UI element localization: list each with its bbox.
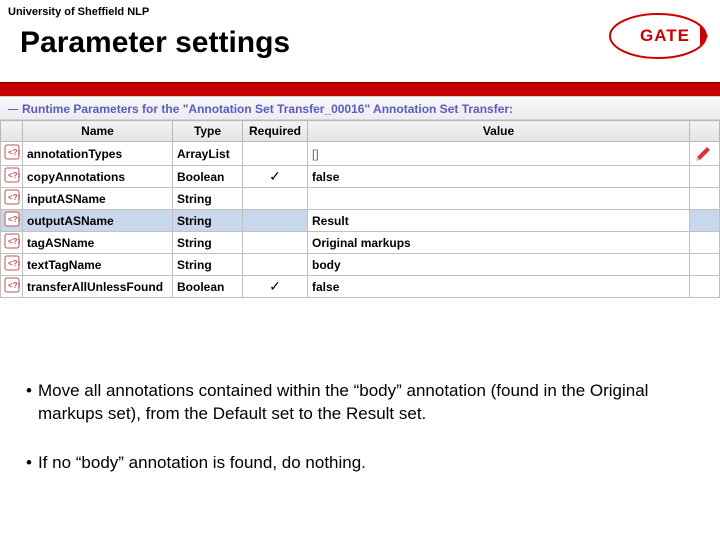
param-value[interactable]: false [308, 276, 690, 298]
edit-button [690, 210, 720, 232]
edit-button [690, 188, 720, 210]
question-icon: <?> [1, 166, 23, 188]
col-value[interactable]: Value [308, 121, 690, 142]
svg-text:<?>: <?> [8, 237, 20, 246]
question-icon: <?> [1, 142, 23, 166]
param-required [243, 210, 308, 232]
question-icon: <?> [1, 188, 23, 210]
param-value[interactable] [308, 188, 690, 210]
svg-text:<?>: <?> [8, 215, 20, 224]
param-value[interactable]: false [308, 166, 690, 188]
param-type: String [173, 188, 243, 210]
question-icon: <?> [1, 276, 23, 298]
svg-text:<?>: <?> [8, 259, 20, 268]
edit-button [690, 166, 720, 188]
table-row[interactable]: <?>outputASNameString Result [1, 210, 720, 232]
param-required [243, 232, 308, 254]
table-row[interactable]: <?>annotationTypesArrayList [] [1, 142, 720, 166]
param-name: transferAllUnlessFound [23, 276, 173, 298]
note-item-1: • Move all annotations contained within … [26, 380, 694, 426]
param-type: String [173, 254, 243, 276]
param-name: outputASName [23, 210, 173, 232]
table-row[interactable]: <?>inputASNameString [1, 188, 720, 210]
page-title: Parameter settings [20, 26, 290, 60]
edit-button [690, 232, 720, 254]
param-type: String [173, 232, 243, 254]
parameters-table: Name Type Required Value <?>annotationTy… [0, 120, 720, 298]
param-required: ✓ [243, 166, 308, 188]
edit-button [690, 254, 720, 276]
param-required [243, 254, 308, 276]
svg-text:<?>: <?> [8, 148, 20, 157]
question-icon: <?> [1, 210, 23, 232]
param-name: inputASName [23, 188, 173, 210]
table-row[interactable]: <?>textTagNameString body [1, 254, 720, 276]
param-value[interactable]: [] [308, 142, 690, 166]
note-text: Move all annotations contained within th… [38, 380, 694, 426]
bullet-icon: • [26, 380, 32, 426]
param-required [243, 188, 308, 210]
col-name[interactable]: Name [23, 121, 173, 142]
university-label: University of Sheffield NLP [8, 6, 149, 18]
table-body: <?>annotationTypesArrayList[]<?>copyAnno… [1, 142, 720, 298]
col-type[interactable]: Type [173, 121, 243, 142]
edit-button[interactable] [690, 142, 720, 166]
col-required[interactable]: Required [243, 121, 308, 142]
table-row[interactable]: <?>tagASNameString Original markups [1, 232, 720, 254]
bullet-icon: • [26, 452, 32, 475]
table-row[interactable]: <?>copyAnnotationsBoolean✓false [1, 166, 720, 188]
param-name: annotationTypes [23, 142, 173, 166]
col-edit [690, 121, 720, 142]
svg-text:<?>: <?> [8, 281, 20, 290]
param-type: Boolean [173, 166, 243, 188]
panel-title: Runtime Parameters for the "Annotation S… [0, 96, 720, 120]
notes: • Move all annotations contained within … [26, 380, 694, 501]
param-name: copyAnnotations [23, 166, 173, 188]
note-item-2: • If no “body” annotation is found, do n… [26, 452, 694, 475]
param-type: Boolean [173, 276, 243, 298]
svg-text:<?>: <?> [8, 171, 20, 180]
parameters-panel: Runtime Parameters for the "Annotation S… [0, 96, 720, 298]
question-icon: <?> [1, 232, 23, 254]
param-type: ArrayList [173, 142, 243, 166]
svg-text:<?>: <?> [8, 193, 20, 202]
param-name: tagASName [23, 232, 173, 254]
edit-button [690, 276, 720, 298]
param-type: String [173, 210, 243, 232]
param-value[interactable]: Result [308, 210, 690, 232]
question-icon: <?> [1, 254, 23, 276]
param-required [243, 142, 308, 166]
table-header: Name Type Required Value [1, 121, 720, 142]
param-name: textTagName [23, 254, 173, 276]
table-row[interactable]: <?>transferAllUnlessFoundBoolean✓false [1, 276, 720, 298]
divider-bar [0, 82, 720, 96]
param-required: ✓ [243, 276, 308, 298]
col-icon [1, 121, 23, 142]
param-value[interactable]: body [308, 254, 690, 276]
gate-logo: GATE [608, 12, 708, 60]
note-text: If no “body” annotation is found, do not… [38, 452, 366, 475]
logo-text: GATE [640, 26, 690, 46]
param-value[interactable]: Original markups [308, 232, 690, 254]
